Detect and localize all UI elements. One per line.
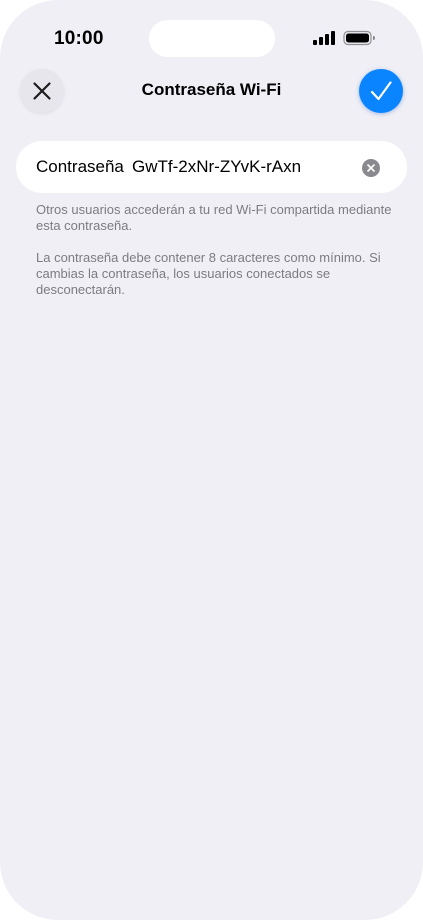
password-label: Contraseña [36, 157, 124, 176]
checkmark-icon [370, 81, 392, 101]
close-icon [33, 82, 51, 100]
page-title: Contraseña Wi-Fi [141, 80, 282, 99]
status-icons [313, 30, 375, 46]
sharing-note: Otros usuarios accederán a tu red Wi-Fi … [36, 202, 392, 233]
requirements-note: La contraseña debe contener 8 caracteres… [36, 250, 381, 297]
phone-screen: 10:00 Contraseña Wi-Fi Contraseña GwTf-2… [0, 0, 423, 920]
clear-button[interactable] [362, 159, 380, 177]
dynamic-island [149, 20, 275, 57]
status-time: 10:00 [54, 28, 104, 49]
cellular-signal-icon [313, 31, 335, 45]
clear-icon [367, 164, 375, 172]
done-button[interactable] [359, 69, 403, 113]
password-input[interactable] [132, 154, 352, 180]
battery-icon [343, 30, 375, 46]
close-button[interactable] [20, 69, 64, 113]
password-row: Contraseña [16, 141, 407, 193]
